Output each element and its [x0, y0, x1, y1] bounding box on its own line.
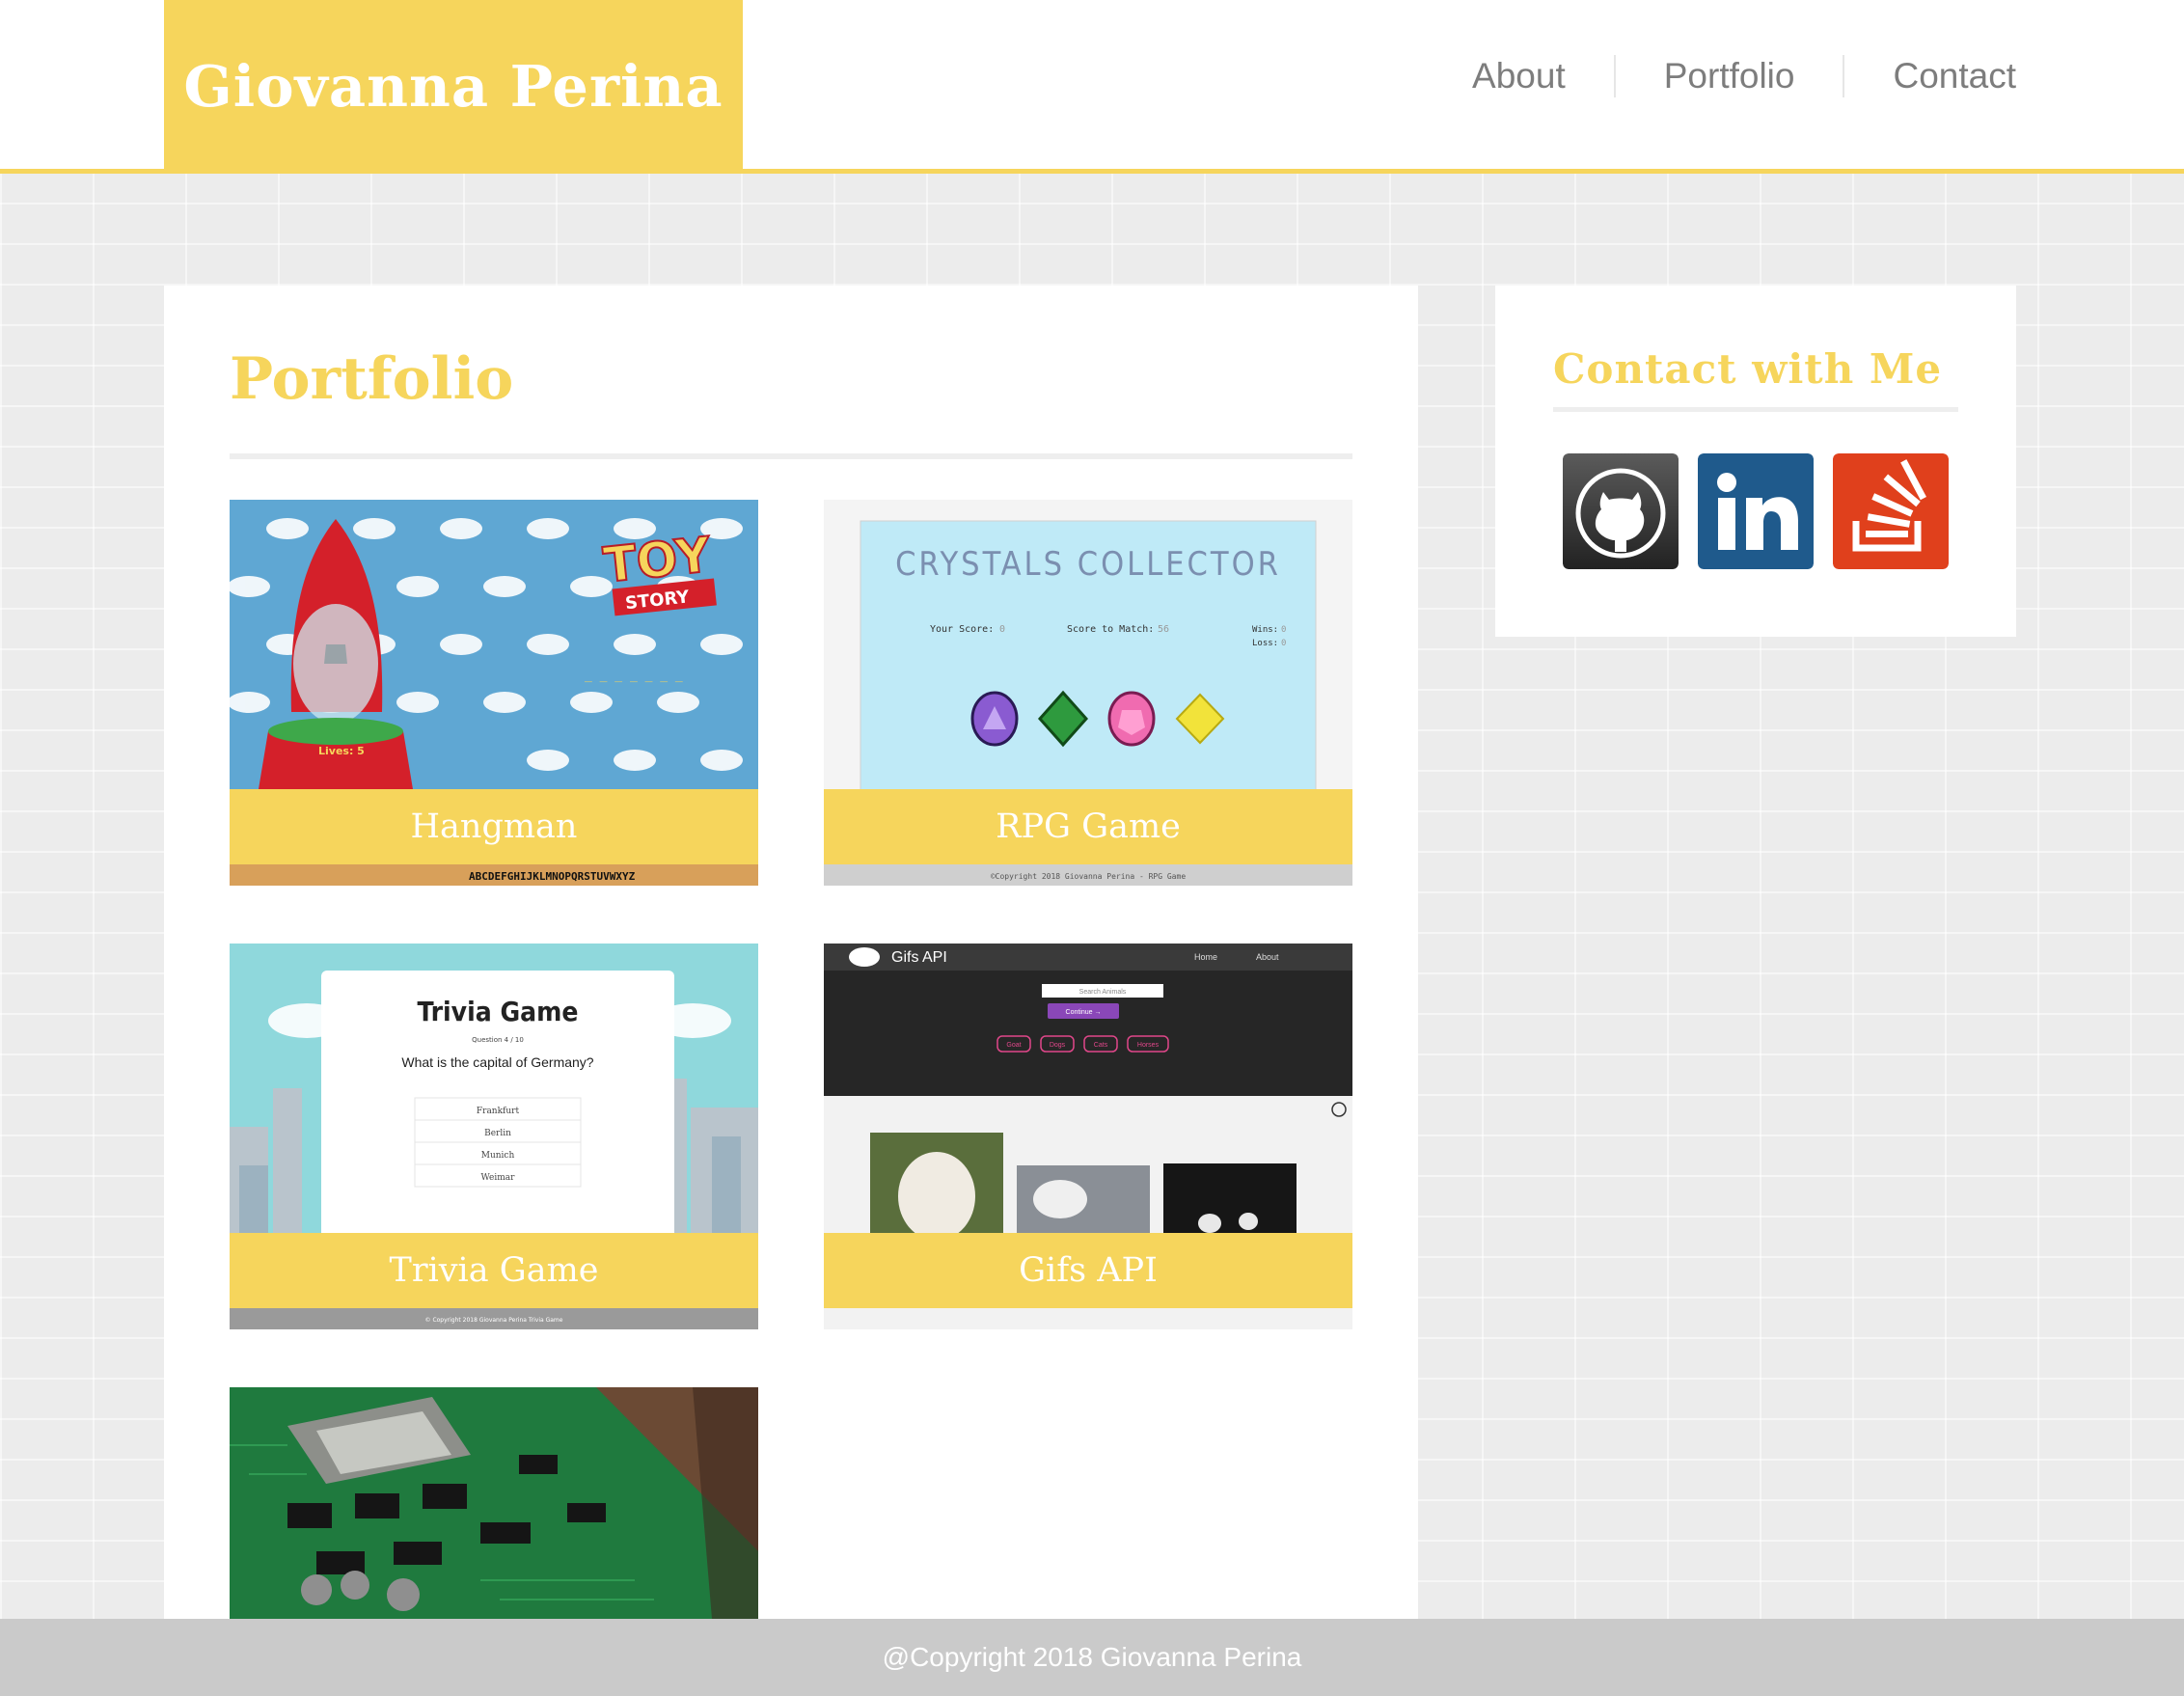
tag-button[interactable]: Horses [1137, 1042, 1160, 1049]
gifs-nav-home[interactable]: Home [1194, 952, 1217, 962]
answer-option[interactable]: Frankfurt [477, 1107, 520, 1116]
contact-title: Contact with Me [1553, 345, 1943, 393]
tile-caption: RPG Game [824, 789, 1352, 864]
wins-value: 0 [1281, 625, 1286, 635]
pink-crystal-icon[interactable] [1107, 691, 1156, 747]
tile-caption: Trivia Game [230, 1233, 758, 1308]
stackoverflow-icon[interactable] [1833, 453, 1949, 569]
question-text: What is the capital of Germany? [401, 1054, 593, 1070]
search-placeholder: Search Animals [1079, 989, 1127, 996]
question-count: Question 4 / 10 [472, 1036, 524, 1044]
wins-label: Wins: [1252, 625, 1278, 635]
purple-crystal-icon[interactable] [970, 691, 1019, 747]
match-value: 56 [1158, 624, 1169, 635]
nav-about[interactable]: About [1424, 52, 1614, 100]
github-icon[interactable] [1563, 453, 1679, 569]
score-value: 0 [999, 624, 1005, 635]
loss-value: 0 [1281, 639, 1286, 648]
loss-label: Loss: [1252, 639, 1278, 648]
goat-gif[interactable] [1163, 1163, 1297, 1239]
tag-button[interactable]: Dogs [1050, 1042, 1066, 1049]
answer-option[interactable]: Munich [481, 1151, 515, 1161]
project-tile-trivia-game[interactable]: Trivia Game Question 4 / 10 What is the … [230, 944, 758, 1329]
tag-button[interactable]: Cats [1094, 1042, 1108, 1049]
trivia-heading: Trivia Game [418, 996, 579, 1027]
trivia-copyright: © Copyright 2018 Giovanna Perina Trivia … [425, 1317, 563, 1324]
match-label: Score to Match: [1067, 624, 1154, 635]
linkedin-icon[interactable] [1698, 453, 1814, 569]
title-divider [230, 453, 1352, 459]
nav-portfolio[interactable]: Portfolio [1616, 52, 1843, 100]
contact-card: Contact with Me [1495, 286, 2016, 637]
site-footer: @Copyright 2018 Giovanna Perina [0, 1619, 2184, 1696]
circuit-board-thumbnail [230, 1387, 758, 1619]
cloud-logo-icon [849, 947, 880, 967]
footer-copyright: @Copyright 2018 Giovanna Perina [882, 1642, 1302, 1672]
tag-button[interactable]: Goat [1006, 1042, 1021, 1049]
brand-logo[interactable]: Giovanna Perina [164, 0, 743, 172]
gifs-app-title: Gifs API [891, 949, 947, 966]
project-tile-circuit[interactable] [230, 1387, 758, 1619]
alphabet-letters: ABCDEFGHIJKLMNOPQRSTUVWXYZ [469, 870, 636, 883]
project-tile-rpg-game[interactable]: CRYSTALS COLLECTOR Your Score: 0 Score t… [824, 500, 1352, 886]
nav-contact[interactable]: Contact [1844, 52, 2016, 100]
portfolio-card: Portfolio Lives: 5 TOY STORY _ _ _ _ _ _… [164, 286, 1418, 1696]
site-header: Giovanna Perina About Portfolio Contact [0, 0, 2184, 174]
contact-divider [1553, 407, 1958, 412]
tile-caption: Gifs API [824, 1233, 1352, 1308]
score-label: Your Score: [930, 624, 994, 635]
project-tile-hangman[interactable]: Lives: 5 TOY STORY _ _ _ _ _ _ _ ABCDEFG… [230, 500, 758, 886]
project-tile-gifs-api[interactable]: Gifs API Home About Search Animals Conti… [824, 944, 1352, 1329]
answer-option[interactable]: Weimar [481, 1173, 516, 1183]
lives-label: Lives: 5 [318, 745, 365, 757]
gifs-nav-about[interactable]: About [1256, 952, 1279, 962]
tile-caption: Hangman [230, 789, 758, 864]
rpg-copyright: ©Copyright 2018 Giovanna Perina - RPG Ga… [991, 872, 1186, 881]
answer-option[interactable]: Berlin [484, 1129, 511, 1138]
continue-label: Continue → [1066, 1009, 1102, 1016]
page-title: Portfolio [230, 345, 514, 413]
main-nav: About Portfolio Contact [1424, 52, 2016, 100]
word-blanks: _ _ _ _ _ _ _ [585, 669, 683, 683]
crystals-heading: CRYSTALS COLLECTOR [895, 545, 1281, 584]
